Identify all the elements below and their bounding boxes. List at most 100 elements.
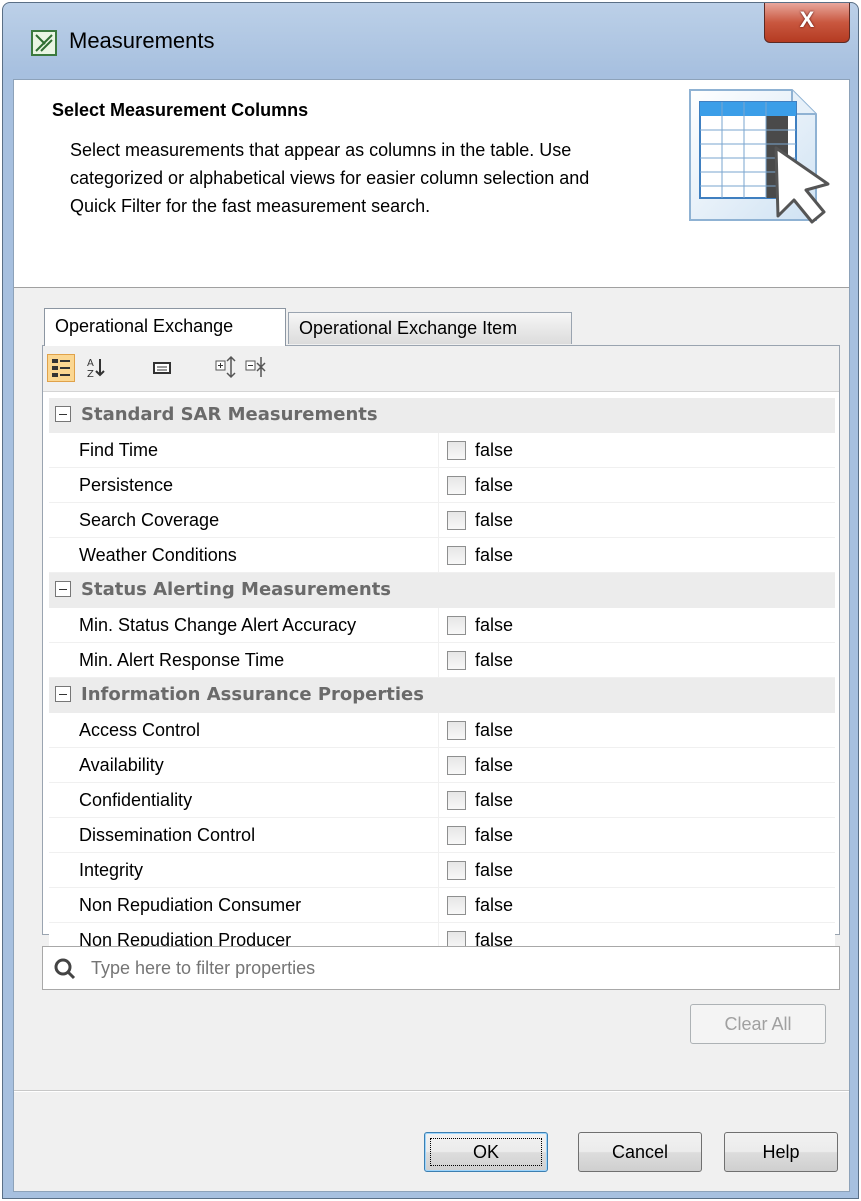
property-checkbox[interactable]	[447, 476, 466, 495]
property-value: false	[475, 545, 514, 565]
property-row[interactable]: Dissemination Control false	[49, 818, 835, 853]
column-divider	[438, 433, 439, 468]
column-divider	[438, 818, 439, 853]
property-row[interactable]: Availability false	[49, 748, 835, 783]
property-name: Weather Conditions	[79, 545, 237, 565]
property-checkbox[interactable]	[447, 511, 466, 530]
property-checkbox[interactable]	[447, 616, 466, 635]
property-value: false	[475, 475, 514, 495]
alphabetical-sort-icon[interactable]: AZ	[83, 354, 111, 382]
property-row[interactable]: Min. Status Change Alert Accuracy false	[49, 608, 835, 643]
property-value: false	[475, 790, 514, 810]
property-checkbox[interactable]	[447, 546, 466, 565]
property-row[interactable]: Search Coverage false	[49, 503, 835, 538]
property-value: false	[475, 615, 514, 635]
collapse-icon[interactable]	[55, 686, 71, 702]
description-icon[interactable]	[149, 354, 177, 382]
property-toolbar: AZ	[43, 346, 839, 392]
categorized-view-icon[interactable]	[47, 354, 75, 382]
collapse-icon[interactable]	[55, 581, 71, 597]
window-title: Measurements	[69, 28, 215, 53]
property-panel: AZ Standard SAR Measurements Find Time f…	[42, 345, 840, 958]
property-name: Search Coverage	[79, 510, 220, 530]
property-name: Min. Alert Response Time	[79, 650, 285, 670]
cancel-button[interactable]: Cancel	[578, 1132, 702, 1172]
category-status-alerting-measurements[interactable]: Status Alerting Measurements	[49, 573, 835, 608]
property-checkbox[interactable]	[447, 441, 466, 460]
property-checkbox[interactable]	[447, 721, 466, 740]
property-value: false	[475, 755, 514, 775]
column-divider	[438, 748, 439, 783]
property-value: false	[475, 510, 514, 530]
expand-all-icon[interactable]	[213, 354, 241, 382]
title-bar: Measurements X	[3, 3, 858, 79]
table-column-select-icon	[689, 89, 830, 224]
column-divider	[438, 888, 439, 923]
tab-operational-exchange[interactable]: Operational Exchange	[44, 308, 286, 346]
measurements-dialog: Measurements X Select Measurement Column…	[2, 2, 859, 1199]
ok-button[interactable]: OK	[424, 1132, 548, 1172]
property-checkbox[interactable]	[447, 756, 466, 775]
svg-text:Z: Z	[87, 369, 94, 380]
property-checkbox[interactable]	[447, 896, 466, 915]
clear-all-button[interactable]: Clear All	[690, 1004, 826, 1044]
category-information-assurance-properties[interactable]: Information Assurance Properties	[49, 678, 835, 713]
property-row[interactable]: Persistence false	[49, 468, 835, 503]
property-checkbox[interactable]	[447, 651, 466, 670]
property-row[interactable]: Weather Conditions false	[49, 538, 835, 573]
category-label: Information Assurance Properties	[81, 684, 424, 705]
column-divider	[438, 783, 439, 818]
close-icon: X	[799, 7, 815, 32]
column-divider	[438, 608, 439, 643]
property-value: false	[475, 650, 514, 670]
svg-text:A: A	[87, 358, 94, 369]
property-value: false	[475, 825, 514, 845]
footer-separator	[14, 1090, 849, 1092]
property-value: false	[475, 860, 514, 880]
property-row[interactable]: Access Control false	[49, 713, 835, 748]
property-value: false	[475, 720, 514, 740]
collapse-all-icon[interactable]	[243, 354, 271, 382]
property-checkbox[interactable]	[447, 826, 466, 845]
collapse-icon[interactable]	[55, 406, 71, 422]
property-grid: Standard SAR Measurements Find Time false…	[49, 398, 835, 958]
property-value: false	[475, 440, 514, 460]
search-icon	[54, 958, 76, 980]
column-divider	[438, 503, 439, 538]
property-checkbox[interactable]	[447, 791, 466, 810]
tab-operational-exchange-item[interactable]: Operational Exchange Item	[288, 312, 572, 344]
filter-input[interactable]	[89, 955, 819, 981]
property-name: Non Repudiation Consumer	[79, 895, 302, 915]
dialog-client-area: Select Measurement Columns Select measur…	[13, 79, 850, 1192]
column-divider	[438, 643, 439, 678]
header-description: Select measurements that appear as colum…	[70, 140, 590, 216]
category-standard-sar-measurements[interactable]: Standard SAR Measurements	[49, 398, 835, 433]
column-divider	[438, 853, 439, 888]
column-divider	[438, 713, 439, 748]
property-name: Integrity	[79, 860, 144, 880]
property-value: false	[475, 895, 514, 915]
property-row[interactable]: Integrity false	[49, 853, 835, 888]
quick-filter	[42, 946, 840, 990]
property-checkbox[interactable]	[447, 861, 466, 880]
property-row[interactable]: Non Repudiation Consumer false	[49, 888, 835, 923]
dialog-header: Select Measurement Columns Select measur…	[14, 80, 849, 288]
property-row[interactable]: Confidentiality false	[49, 783, 835, 818]
property-name: Availability	[79, 755, 164, 775]
column-divider	[438, 468, 439, 503]
header-title: Select Measurement Columns	[52, 100, 309, 120]
app-icon	[31, 30, 57, 56]
property-row[interactable]: Find Time false	[49, 433, 835, 468]
property-name: Find Time	[79, 440, 159, 460]
property-name: Access Control	[79, 720, 201, 740]
help-button[interactable]: Help	[724, 1132, 838, 1172]
property-row[interactable]: Min. Alert Response Time false	[49, 643, 835, 678]
property-name: Min. Status Change Alert Accuracy	[79, 615, 357, 635]
close-button[interactable]: X	[764, 3, 850, 43]
column-divider	[438, 538, 439, 573]
focus-indicator	[430, 1138, 542, 1166]
category-label: Standard SAR Measurements	[81, 404, 378, 425]
category-label: Status Alerting Measurements	[81, 579, 392, 600]
property-name: Confidentiality	[79, 790, 193, 810]
property-name: Dissemination Control	[79, 825, 256, 845]
